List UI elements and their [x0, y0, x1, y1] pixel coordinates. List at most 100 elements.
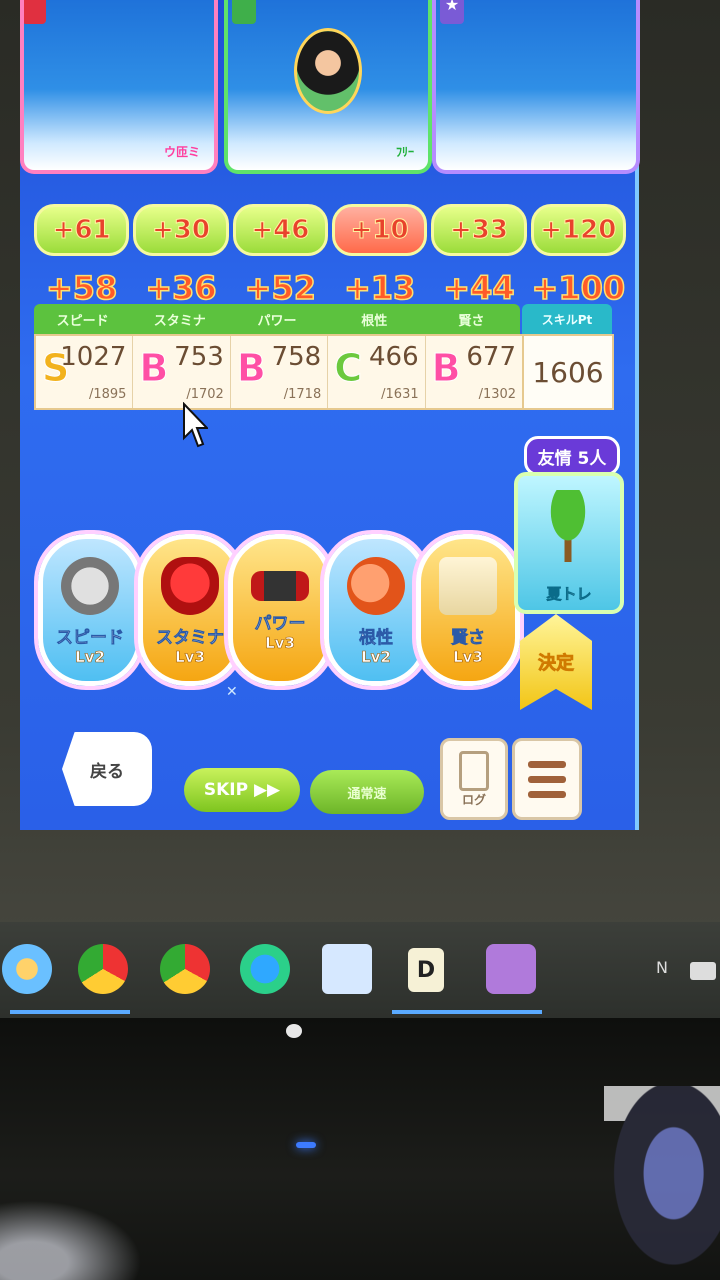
skill-points-header: スキルPt — [522, 304, 612, 334]
support-card-3[interactable]: ★ — [432, 0, 640, 174]
training-power-button[interactable]: パワー Lv3 — [228, 534, 332, 686]
friendship-count-badge: 友情 5人 — [524, 436, 620, 476]
training-label: パワー — [254, 614, 306, 635]
stat-power: B 758 /1718 — [231, 336, 329, 408]
training-label: 根性 — [359, 628, 394, 649]
training-gain-row-2: +58 +36 +52 +13 +44 +100 — [34, 268, 626, 308]
heart-icon — [161, 557, 219, 615]
stat-grade: B — [139, 346, 169, 391]
mouse-cursor-icon — [183, 402, 208, 448]
training-level: Lv3 — [175, 648, 205, 667]
stat-panel: S 1027 /1895 B 753 /1702 B 758 /1718 C 4… — [34, 334, 524, 410]
training-label: 賢さ — [451, 628, 486, 649]
summer-training-button[interactable]: 夏トレ — [514, 472, 624, 614]
stat-header: スピード スタミナ パワー 根性 賢さ — [34, 304, 520, 334]
gain-guts: +10 — [331, 204, 428, 256]
chrome-icon[interactable] — [78, 944, 128, 994]
stat-max: /1631 — [381, 387, 419, 402]
support-card-tag: ﾌﾘｰ — [395, 145, 414, 159]
training-label: スタミナ — [156, 628, 225, 649]
training-stamina-button[interactable]: スタミナ Lv3 — [138, 534, 242, 686]
log-label: ログ — [461, 793, 486, 807]
game-app-icon[interactable] — [486, 944, 536, 994]
edge-icon[interactable] — [240, 944, 290, 994]
gain-stamina: +30 — [133, 204, 229, 256]
stat-header-power: パワー — [257, 313, 297, 329]
stat-header-speed: スピード — [56, 313, 109, 329]
power-led — [296, 1142, 316, 1148]
gain-wit: +33 — [431, 204, 527, 256]
stat-grade: B — [236, 346, 266, 391]
game-screen: ウ匝ミ ﾌﾘｰ ★ +61 +30 +46 +10 +33 +120 +58 +… — [20, 0, 640, 830]
training-level: Lv3 — [453, 648, 483, 667]
gain-power: +52 — [244, 268, 317, 308]
stat-max: /1702 — [186, 387, 224, 402]
chrome-icon[interactable] — [160, 944, 210, 994]
training-level: Lv2 — [75, 648, 105, 667]
stat-value: 753 — [174, 342, 224, 372]
menu-bar-icon — [528, 760, 566, 768]
gain-stamina: +36 — [145, 268, 218, 308]
stat-max: /1895 — [88, 387, 127, 402]
skip-button[interactable]: SKIP ▶▶ — [184, 768, 300, 812]
stat-header-guts: 根性 — [361, 313, 388, 329]
sparkle-icon: ✕ — [226, 684, 238, 700]
stat-value: 677 — [466, 342, 517, 372]
d-app-icon[interactable]: D — [408, 948, 444, 992]
stat-value: 758 — [271, 342, 322, 372]
stat-header-stamina: スタミナ — [153, 313, 206, 329]
skill-points-value: 1606 — [522, 334, 614, 410]
training-wit-button[interactable]: 賢さ Lv3 — [416, 534, 520, 686]
speed-toggle-button[interactable]: 通常速 — [310, 770, 424, 814]
menu-bar-icon — [528, 775, 566, 783]
stat-wit: B 677 /1302 — [426, 336, 522, 408]
stat-stamina: B 753 /1702 — [133, 336, 231, 408]
active-app-indicator — [392, 1010, 542, 1014]
summer-training-label: 夏トレ — [546, 585, 592, 604]
gain-skill: +100 — [531, 268, 626, 308]
support-card-1[interactable]: ウ匝ミ — [20, 0, 218, 174]
support-card-tag: ウ匝ミ — [163, 145, 200, 159]
tray-icon[interactable] — [690, 962, 716, 980]
dumbbell-icon — [251, 571, 309, 601]
acrylic-figure — [604, 1086, 720, 1280]
stat-value: 466 — [368, 342, 419, 372]
menu-button[interactable] — [512, 738, 582, 820]
speed-training-icon — [61, 557, 119, 615]
book-icon — [439, 557, 497, 615]
training-level: Lv3 — [265, 634, 295, 653]
taskbar-app-icon[interactable] — [2, 944, 52, 994]
stat-value: 1027 — [60, 342, 127, 372]
confirm-button[interactable]: 決定 — [520, 614, 592, 710]
stat-max: /1718 — [283, 387, 322, 402]
gain-power: +46 — [232, 204, 328, 256]
file-explorer-icon[interactable] — [322, 944, 372, 994]
training-level: Lv2 — [361, 648, 391, 667]
support-card-2[interactable]: ﾌﾘｰ — [224, 0, 432, 174]
log-document-icon — [459, 751, 489, 791]
gain-guts: +13 — [343, 268, 416, 308]
star-icon: ★ — [440, 0, 464, 24]
card-type-badge — [232, 0, 256, 24]
menu-bar-icon — [528, 790, 566, 798]
megaphone-icon — [347, 557, 405, 615]
active-app-indicator — [10, 1010, 130, 1014]
windows-taskbar: D N — [0, 922, 720, 1018]
training-guts-button[interactable]: 根性 Lv2 — [324, 534, 428, 686]
back-button[interactable]: 戻る — [62, 732, 152, 806]
stat-speed: S 1027 /1895 — [36, 336, 134, 408]
reflection-glare — [0, 1190, 160, 1280]
stat-grade: C — [334, 346, 363, 391]
card-type-badge — [24, 0, 46, 24]
gain-skill: +120 — [530, 204, 626, 256]
training-label: スピード — [56, 628, 125, 649]
stat-guts: C 466 /1631 — [328, 336, 426, 408]
training-speed-button[interactable]: スピード Lv2 — [38, 534, 142, 686]
stat-header-wit: 賢さ — [458, 313, 485, 329]
character-portrait — [294, 28, 362, 114]
gain-wit: +44 — [443, 268, 516, 308]
language-indicator[interactable]: N — [656, 958, 676, 978]
stat-grade: B — [431, 346, 461, 391]
log-button[interactable]: ログ — [440, 738, 508, 820]
gain-speed: +61 — [34, 204, 130, 256]
